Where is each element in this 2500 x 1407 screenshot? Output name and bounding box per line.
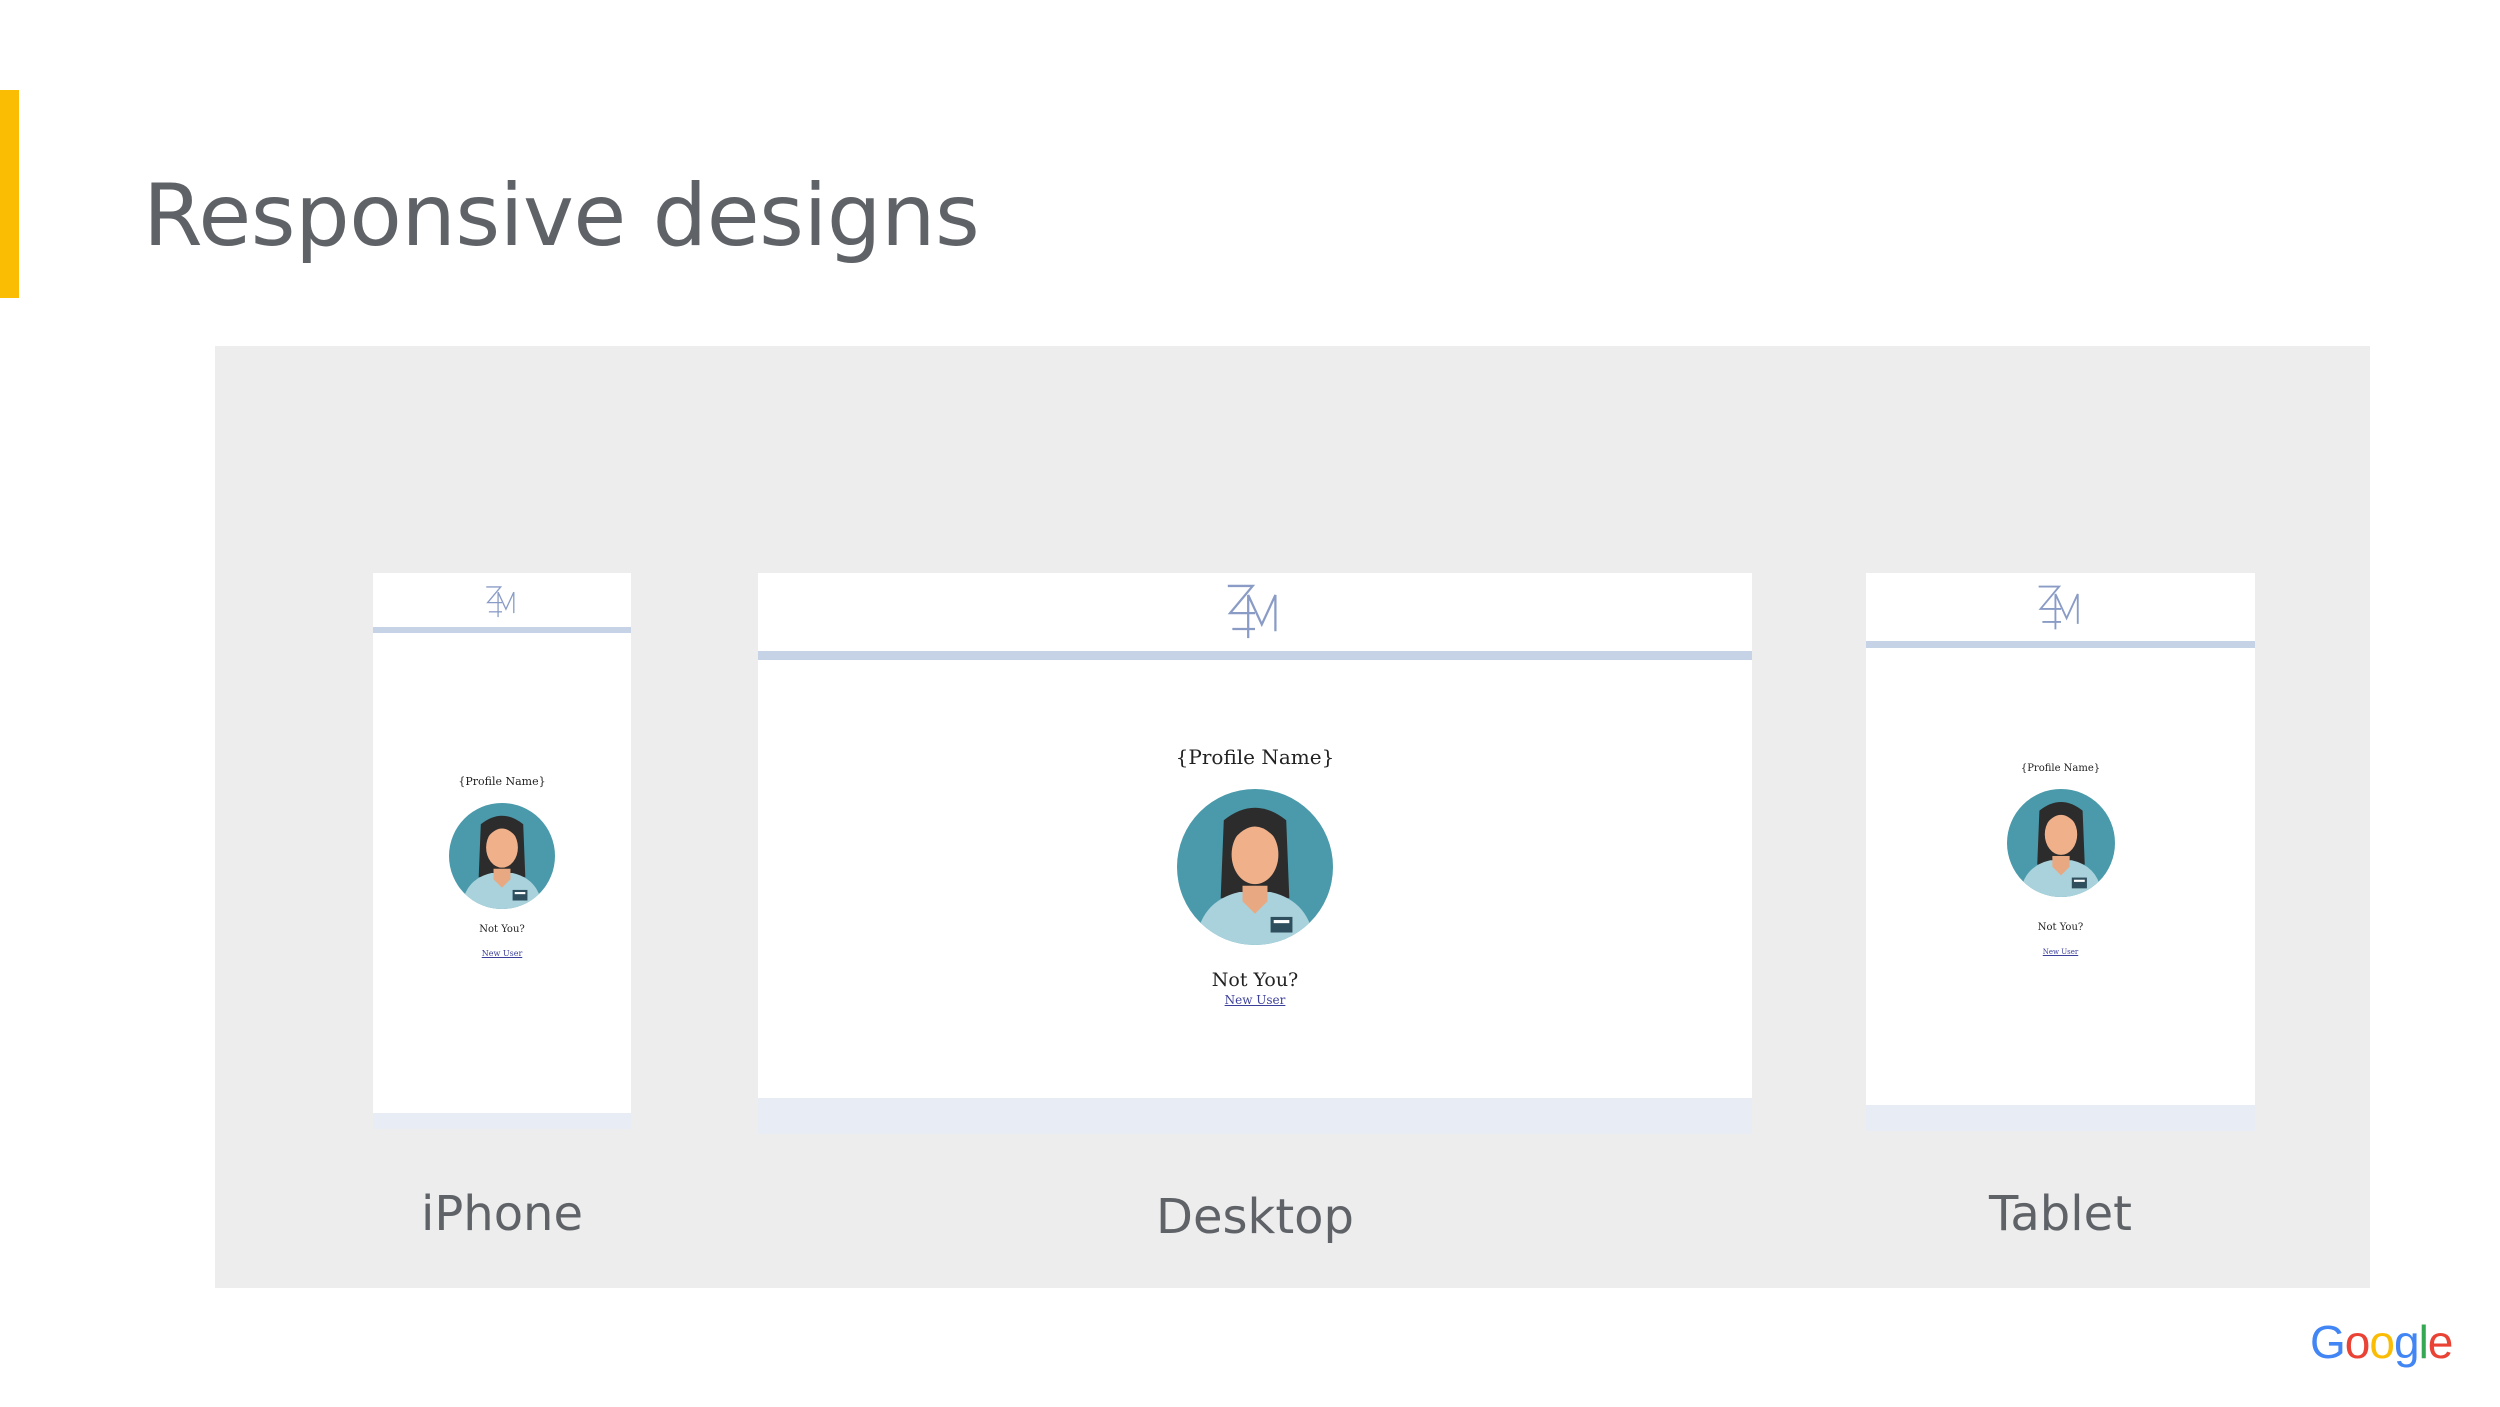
new-user-link[interactable]: New User bbox=[1866, 948, 2255, 956]
not-you-text: Not You? bbox=[2037, 922, 2084, 933]
iphone-label: iPhone bbox=[420, 1186, 584, 1242]
new-user-link[interactable]: New User bbox=[373, 949, 631, 958]
logo-icon bbox=[1227, 584, 1277, 639]
not-you-text: Not You? bbox=[1211, 969, 1299, 991]
header-divider bbox=[373, 627, 631, 633]
bottom-strip bbox=[373, 1113, 631, 1129]
google-letter: o bbox=[2344, 1316, 2371, 1368]
tablet-mockup: {Profile Name} Not You? New User bbox=[1866, 573, 2255, 1131]
logo-icon bbox=[2038, 585, 2079, 630]
google-letter: G bbox=[2310, 1316, 2346, 1368]
avatar-icon bbox=[449, 803, 555, 909]
slide-title: Responsive designs bbox=[143, 166, 980, 266]
google-letter: o bbox=[2369, 1316, 2395, 1368]
new-user-link[interactable]: New User bbox=[758, 993, 1752, 1007]
avatar-icon bbox=[2006, 789, 2115, 897]
header-divider bbox=[1866, 641, 2255, 648]
not-you-text: Not You? bbox=[479, 924, 525, 935]
google-letter: e bbox=[2427, 1316, 2454, 1368]
desktop-label: Desktop bbox=[1156, 1189, 1354, 1245]
profile-name: {Profile Name} bbox=[458, 775, 546, 788]
avatar-icon bbox=[1177, 789, 1333, 945]
google-logo: Google bbox=[2310, 1315, 2454, 1369]
tablet-label: Tablet bbox=[1989, 1186, 2132, 1242]
bottom-strip bbox=[1866, 1105, 2255, 1131]
header-divider bbox=[758, 651, 1752, 660]
device-showcase: {Profile Name} Not You? New User {Profil… bbox=[215, 346, 2370, 1288]
google-letter: l bbox=[2418, 1316, 2429, 1368]
profile-name: {Profile Name} bbox=[2020, 763, 2101, 774]
desktop-mockup: {Profile Name} Not You? New User bbox=[758, 573, 1752, 1134]
accent-bar bbox=[0, 90, 19, 298]
logo-icon bbox=[486, 586, 515, 618]
google-letter: g bbox=[2393, 1316, 2420, 1368]
bottom-strip bbox=[758, 1098, 1752, 1134]
profile-name: {Profile Name} bbox=[1175, 745, 1335, 769]
iphone-mockup: {Profile Name} Not You? New User bbox=[373, 573, 631, 1129]
